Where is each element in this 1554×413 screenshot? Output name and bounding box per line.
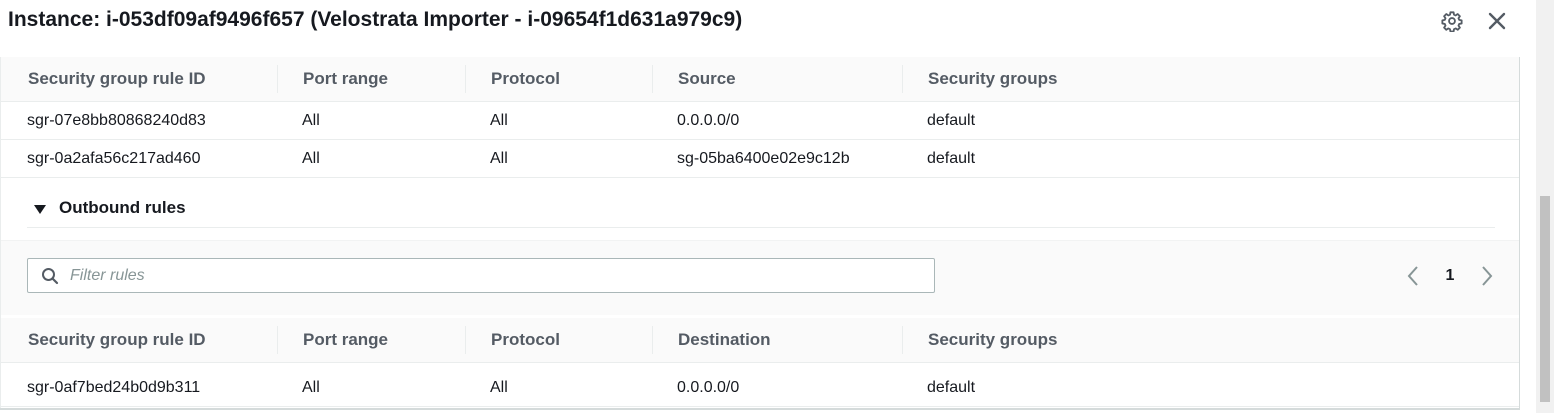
column-header-rule-id[interactable]: Security group rule ID	[28, 318, 206, 362]
cell-source: 0.0.0.0/0	[677, 112, 740, 129]
cell-port-range: All	[302, 150, 320, 167]
column-header-rule-id[interactable]: Security group rule ID	[28, 57, 206, 101]
column-divider[interactable]	[902, 326, 903, 354]
column-divider[interactable]	[465, 326, 466, 354]
filter-rules-input[interactable]	[70, 259, 920, 292]
column-divider[interactable]	[902, 65, 903, 93]
next-page-button[interactable]	[1476, 263, 1498, 289]
chevron-left-icon	[1407, 266, 1418, 286]
column-header-security-groups[interactable]: Security groups	[928, 318, 1057, 362]
column-divider[interactable]	[277, 65, 278, 93]
column-divider[interactable]	[652, 65, 653, 93]
cell-destination: 0.0.0.0/0	[677, 379, 740, 396]
outbound-table-header: Security group rule ID Port range Protoc…	[0, 318, 1520, 363]
chevron-right-icon	[1482, 266, 1493, 286]
vertical-scrollbar[interactable]	[1536, 0, 1554, 413]
cell-security-groups: default	[927, 379, 976, 396]
close-icon-svg	[1488, 12, 1506, 30]
cell-security-groups: default	[927, 150, 976, 167]
table-row: sgr-07e8bb80868240d83 All All 0.0.0.0/0 …	[0, 102, 1520, 140]
gear-icon-svg	[1441, 11, 1463, 32]
cell-rule-id: sgr-0af7bed24b0d9b311	[27, 379, 201, 396]
instance-detail-panel: Instance: i-053df09af9496f657 (Velostrat…	[0, 0, 1554, 413]
table-row: sgr-0a2afa56c217ad460 All All sg-05ba640…	[0, 140, 1520, 178]
column-header-protocol[interactable]: Protocol	[491, 318, 560, 362]
inbound-table-header: Security group rule ID Port range Protoc…	[0, 57, 1520, 102]
previous-page-button[interactable]	[1402, 263, 1424, 289]
panel-right-border	[1519, 57, 1520, 410]
outbound-rules-toggle[interactable]: Outbound rules	[27, 193, 1495, 228]
cell-security-groups: default	[927, 112, 976, 129]
column-header-port-range[interactable]: Port range	[303, 57, 388, 101]
column-header-protocol[interactable]: Protocol	[491, 57, 560, 101]
scrollbar-thumb[interactable]	[1540, 196, 1550, 402]
column-divider[interactable]	[277, 326, 278, 354]
column-header-port-range[interactable]: Port range	[303, 318, 388, 362]
cell-source: sg-05ba6400e02e9c12b	[677, 150, 850, 167]
cell-protocol: All	[490, 112, 508, 129]
filter-rules-field[interactable]	[27, 258, 935, 293]
search-icon	[42, 268, 59, 285]
column-divider[interactable]	[465, 65, 466, 93]
cell-rule-id: sgr-0a2afa56c217ad460	[27, 150, 201, 167]
cell-protocol: All	[490, 150, 508, 167]
outbound-rules-title: Outbound rules	[59, 198, 186, 217]
column-header-source[interactable]: Source	[678, 57, 736, 101]
cell-port-range: All	[302, 112, 320, 129]
panel-bottom-border	[0, 408, 1520, 410]
column-header-security-groups[interactable]: Security groups	[928, 57, 1057, 101]
panel-left-border	[0, 57, 1, 410]
gear-icon[interactable]	[1439, 8, 1465, 34]
caret-down-icon	[34, 205, 46, 214]
cell-port-range: All	[302, 379, 320, 396]
close-icon[interactable]	[1484, 8, 1510, 34]
cell-rule-id: sgr-07e8bb80868240d83	[27, 112, 206, 129]
table-row: sgr-0af7bed24b0d9b311 All All 0.0.0.0/0 …	[0, 369, 1520, 407]
panel-header: Instance: i-053df09af9496f657 (Velostrat…	[0, 0, 1520, 44]
page-number-button[interactable]: 1	[1438, 263, 1462, 289]
column-divider[interactable]	[652, 326, 653, 354]
panel-title: Instance: i-053df09af9496f657 (Velostrat…	[8, 8, 743, 31]
cell-protocol: All	[490, 379, 508, 396]
column-header-destination[interactable]: Destination	[678, 318, 771, 362]
